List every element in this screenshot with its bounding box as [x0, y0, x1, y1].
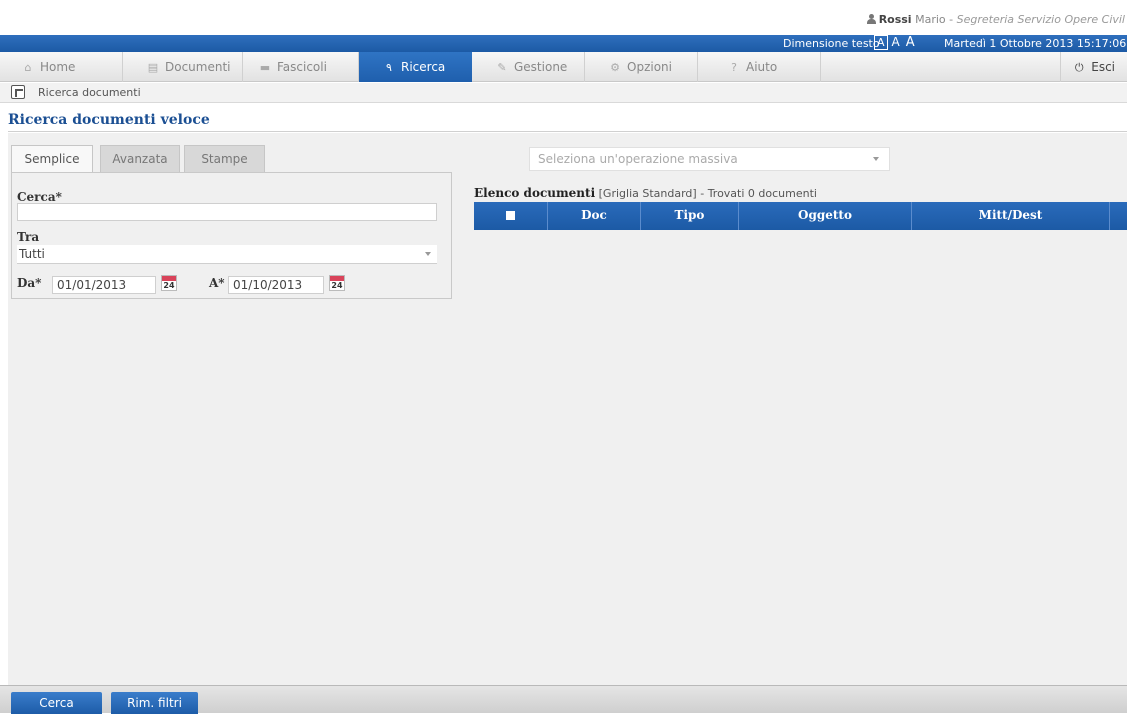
- bottom-action-bar: Cerca Rim. filtri: [0, 685, 1127, 714]
- breadcrumb-item[interactable]: Ricerca documenti: [38, 86, 141, 99]
- among-label: Tra: [17, 230, 40, 244]
- nav-tab-documenti-label: Documenti: [165, 60, 231, 74]
- calendar-icon[interactable]: 24: [161, 275, 177, 291]
- home-icon: ⌂: [24, 61, 32, 74]
- documents-icon: ▤: [147, 61, 159, 74]
- document-grid-header: Doc Tipo Oggetto Mitt/Dest: [474, 202, 1127, 230]
- user-role: Segreteria Servizio Opere Civil: [956, 13, 1125, 26]
- nav-tab-documenti[interactable]: ▤ Documenti: [123, 52, 243, 82]
- main-navigation: ⌂ Home ▤ Documenti ▬ Fascicoli ٩ Ricerca ✎ Ge…: [0, 52, 1127, 82]
- search-button[interactable]: Cerca: [11, 692, 102, 714]
- current-datetime: Martedì 1 Ottobre 2013 15:17:06: [944, 37, 1127, 50]
- nav-tab-opzioni[interactable]: ⚙ Opzioni: [585, 52, 698, 82]
- user-info-bar: Rossi Mario - Segreteria Servizio Opere …: [0, 0, 1127, 35]
- nav-tab-opzioni-label: Opzioni: [627, 60, 672, 74]
- nav-tab-gestione[interactable]: ✎ Gestione: [472, 52, 585, 82]
- options-icon: ⚙: [610, 61, 620, 74]
- column-tipo[interactable]: Tipo: [641, 202, 739, 230]
- chevron-down-icon: [873, 157, 879, 161]
- column-mitt-dest[interactable]: Mitt/Dest: [912, 202, 1110, 230]
- calendar-day: 24: [163, 281, 175, 290]
- search-input[interactable]: [17, 203, 437, 221]
- back-icon[interactable]: [11, 85, 25, 99]
- nav-tab-aiuto[interactable]: ? Aiuto: [698, 52, 821, 82]
- exit-label: Esci: [1091, 60, 1115, 74]
- search-icon: ٩: [386, 61, 392, 74]
- text-size-large[interactable]: A: [904, 35, 917, 50]
- chevron-down-icon: [425, 252, 431, 256]
- user-name: Mario: [915, 13, 946, 26]
- nav-tab-aiuto-label: Aiuto: [746, 60, 778, 74]
- to-date-input[interactable]: [228, 276, 324, 294]
- top-bar: Dimensione testo AAA Martedì 1 Ottobre 2…: [0, 35, 1127, 52]
- nav-tab-home-label: Home: [40, 60, 76, 74]
- text-size-medium[interactable]: A: [890, 35, 902, 49]
- power-icon: ⏻: [1074, 61, 1084, 74]
- column-oggetto[interactable]: Oggetto: [739, 202, 912, 230]
- text-size-label: Dimensione testo: [783, 37, 880, 50]
- breadcrumb: Ricerca documenti: [0, 83, 1127, 103]
- from-label: Da*: [17, 276, 42, 290]
- nav-tab-fascicoli[interactable]: ▬ Fascicoli: [243, 52, 359, 82]
- nav-tab-home[interactable]: ⌂ Home: [0, 52, 123, 82]
- tab-semplice[interactable]: Semplice: [11, 145, 93, 173]
- clear-filters-button[interactable]: Rim. filtri: [111, 692, 198, 714]
- tab-avanzata[interactable]: Avanzata: [100, 145, 180, 172]
- massive-operation-placeholder: Seleziona un'operazione massiva: [538, 152, 738, 166]
- calendar-day: 24: [331, 281, 343, 290]
- nav-tab-fascicoli-label: Fascicoli: [277, 60, 327, 74]
- found-count: Trovati 0 documenti: [707, 187, 817, 200]
- tab-stampe[interactable]: Stampe: [184, 145, 265, 172]
- document-list-title: Elenco documenti [Griglia Standard] - Tr…: [474, 186, 817, 200]
- pencil-icon: ✎: [497, 61, 507, 74]
- user-icon: [866, 14, 876, 24]
- among-select[interactable]: Tutti: [17, 245, 437, 264]
- select-all-checkbox[interactable]: [506, 211, 515, 220]
- search-label: Cerca*: [17, 190, 62, 204]
- user-surname: Rossi: [878, 13, 912, 26]
- document-list-heading: Elenco documenti: [474, 186, 596, 200]
- user-separator: -: [949, 13, 954, 26]
- among-select-value: Tutti: [19, 247, 45, 261]
- folder-icon: ▬: [259, 61, 271, 74]
- from-date-input[interactable]: [52, 276, 156, 294]
- nav-tab-ricerca[interactable]: ٩ Ricerca: [359, 52, 472, 82]
- text-size-selector: AAA: [874, 35, 919, 50]
- calendar-icon[interactable]: 24: [329, 275, 345, 291]
- list-separator: -: [700, 187, 705, 200]
- nav-tab-ricerca-label: Ricerca: [401, 60, 446, 74]
- nav-tab-gestione-label: Gestione: [514, 60, 568, 74]
- column-doc[interactable]: Doc: [548, 202, 641, 230]
- exit-button[interactable]: ⏻ Esci: [1060, 52, 1127, 82]
- help-icon: ?: [731, 61, 737, 74]
- text-size-small[interactable]: A: [874, 35, 888, 50]
- main-content: Semplice Avanzata Stampe Cerca* Tra Tutt…: [8, 133, 1127, 685]
- massive-operation-select[interactable]: Seleziona un'operazione massiva: [529, 147, 890, 171]
- to-label: A*: [209, 276, 225, 290]
- search-form: Cerca* Tra Tutti Da* 24 A* 24: [11, 172, 452, 299]
- user-info: Rossi Mario - Segreteria Servizio Opere …: [866, 13, 1125, 26]
- grid-name[interactable]: [Griglia Standard]: [599, 187, 697, 200]
- select-all-column[interactable]: [474, 202, 548, 230]
- page-title: Ricerca documenti veloce: [8, 112, 1127, 132]
